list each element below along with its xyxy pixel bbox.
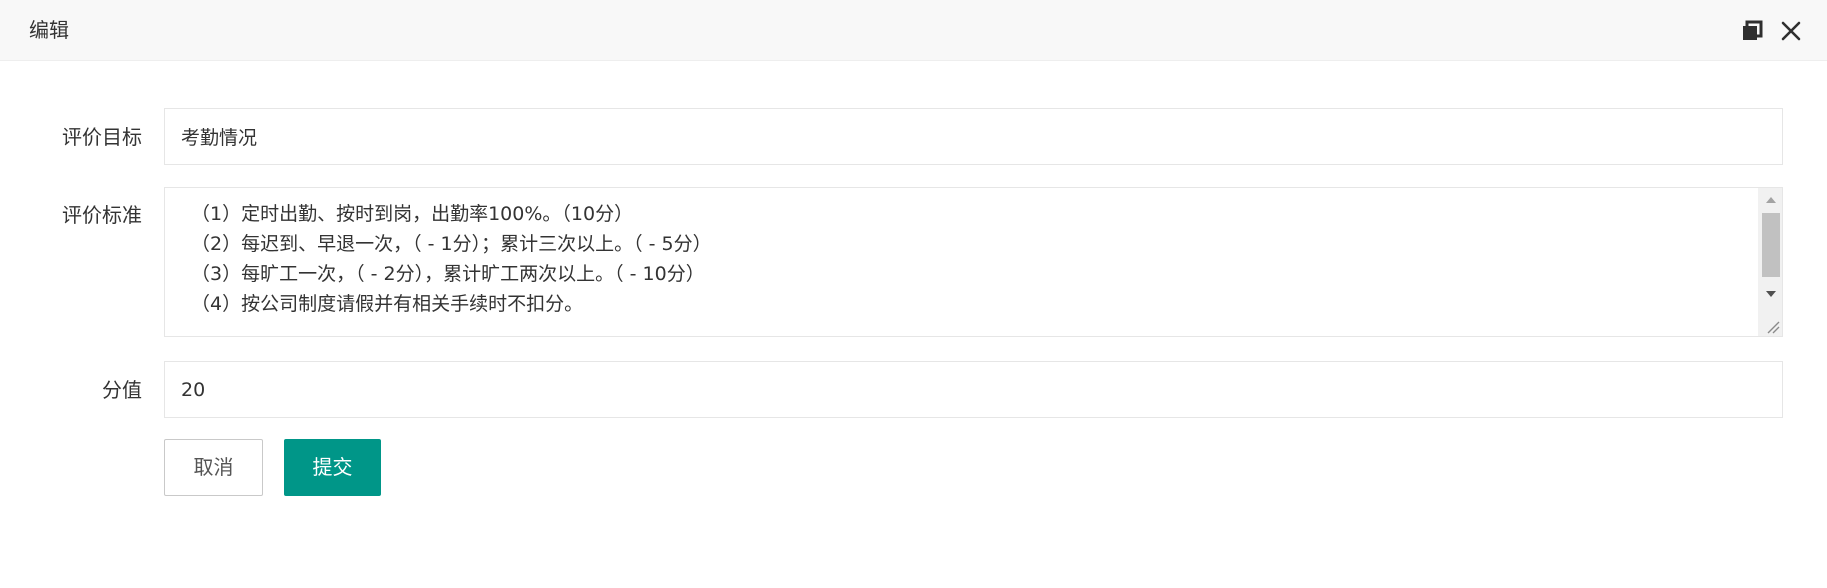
scroll-down-arrow-icon[interactable]	[1758, 282, 1782, 306]
scroll-up-arrow-icon[interactable]	[1758, 188, 1782, 212]
score-input[interactable]	[164, 361, 1783, 418]
standard-line: （3）每旷工一次，（ - 2分），累计旷工两次以上。（ - 10分）	[191, 263, 705, 285]
standard-line: （2）每迟到、早退一次，（ - 1分）；累计三次以上。（ - 5分）	[191, 233, 712, 255]
standard-line: （4）按公司制度请假并有相关手续时不扣分。	[191, 293, 584, 315]
resize-grip-icon[interactable]	[1758, 312, 1782, 336]
score-label: 分值	[102, 378, 142, 402]
target-label: 评价目标	[62, 125, 142, 149]
dialog-title: 编辑	[29, 18, 69, 42]
dialog-titlebar: 编辑	[0, 0, 1827, 61]
cancel-button[interactable]: 取消	[164, 439, 263, 496]
maximize-icon[interactable]	[1740, 19, 1764, 43]
scroll-thumb[interactable]	[1762, 213, 1780, 277]
standard-text: （1）定时出勤、按时到岗，出勤率100%。（10分） （2）每迟到、早退一次，（…	[191, 199, 712, 319]
close-icon[interactable]	[1779, 19, 1803, 43]
standard-label: 评价标准	[62, 203, 142, 227]
edit-dialog: 编辑 评价目标 评价标准 （1）定时出勤、按时到岗，出勤率100%。（10分） …	[0, 0, 1827, 588]
target-input[interactable]	[164, 108, 1783, 165]
submit-button[interactable]: 提交	[284, 439, 381, 496]
standard-textarea[interactable]: （1）定时出勤、按时到岗，出勤率100%。（10分） （2）每迟到、早退一次，（…	[164, 187, 1783, 337]
standard-line: （1）定时出勤、按时到岗，出勤率100%。（10分）	[191, 203, 634, 225]
